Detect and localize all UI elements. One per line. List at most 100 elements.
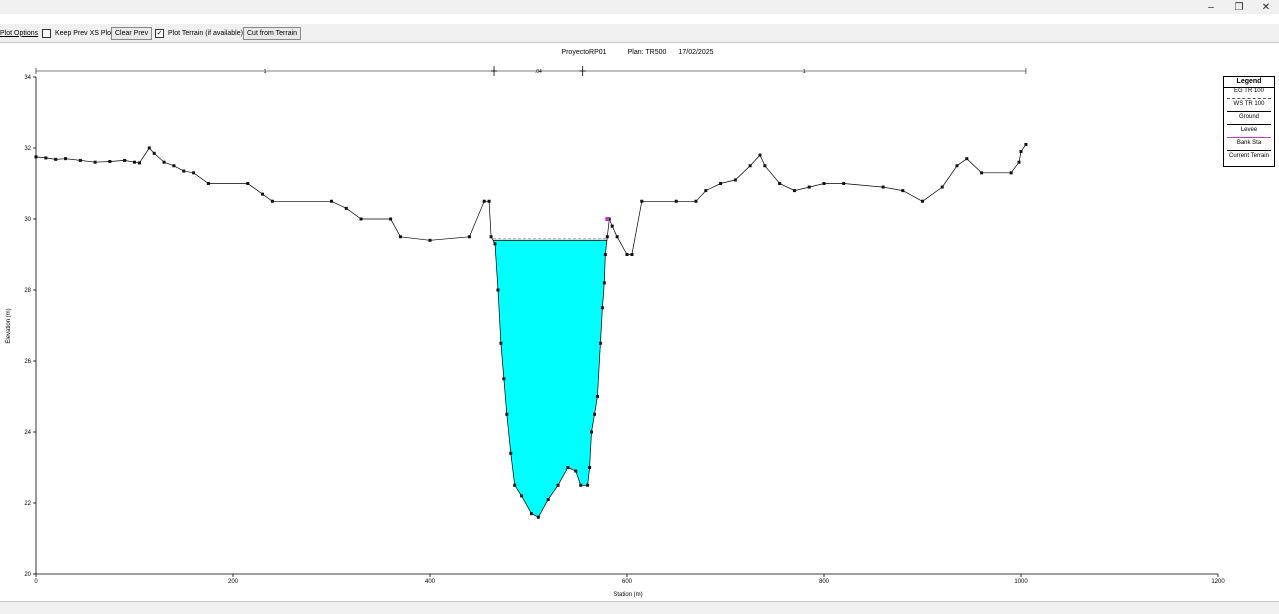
legend-label-eg: EG TR 100 xyxy=(1234,88,1264,94)
y-tick-label: 20 xyxy=(24,572,31,578)
cross-section-chart: ProyectoRP01 Plan: TR500 17/02/2025 1 .04… xyxy=(6,49,1225,598)
plot-terrain-check-icon[interactable]: ✓ xyxy=(155,28,164,38)
maximize-icon[interactable]: ❐ xyxy=(1225,0,1253,14)
ground-point xyxy=(556,483,560,487)
ground-point xyxy=(482,199,486,203)
legend-item-eg: EG TR 100 xyxy=(1224,88,1274,101)
ground-point xyxy=(133,160,136,164)
ground-point xyxy=(496,288,500,292)
ground-point xyxy=(610,224,614,228)
legend-swatch-ws xyxy=(1227,111,1271,112)
x-tick-label: 0 xyxy=(34,579,38,585)
close-icon[interactable]: ✕ xyxy=(1252,0,1279,14)
ground-point xyxy=(428,238,432,242)
ground-point xyxy=(1019,150,1023,154)
ground-point xyxy=(586,483,590,487)
y-tick-label: 32 xyxy=(24,146,31,152)
ground-point xyxy=(270,199,274,203)
ground-point xyxy=(536,515,540,519)
manning-label: .04 xyxy=(535,69,542,75)
ground-point xyxy=(595,395,599,398)
ground-point xyxy=(520,494,524,498)
ground-point xyxy=(502,377,506,381)
cut-from-terrain-button-label[interactable]: Cut from Terrain xyxy=(243,26,302,40)
ground-point xyxy=(493,242,497,246)
ground-point xyxy=(590,430,594,434)
manning-label: 1 xyxy=(803,69,806,75)
legend-swatch-bank xyxy=(1227,150,1271,151)
ground-point xyxy=(763,164,767,168)
ground-point xyxy=(44,156,48,160)
ground-point xyxy=(172,164,176,168)
ground-point xyxy=(940,185,944,189)
ground-point xyxy=(1009,171,1013,175)
levee-marker xyxy=(605,217,610,221)
ground-point xyxy=(778,182,782,185)
ground-point xyxy=(389,217,393,221)
x-tick-label: 600 xyxy=(622,579,633,585)
ground-point xyxy=(54,157,58,161)
clear-prev-button-label[interactable]: Clear Prev xyxy=(111,26,153,40)
ground-point xyxy=(733,178,737,182)
ground-point xyxy=(600,306,604,310)
legend-swatch-levee xyxy=(1227,137,1271,138)
ground-point xyxy=(467,235,471,239)
ground-point xyxy=(640,199,644,203)
y-tick-label: 22 xyxy=(24,501,31,507)
ground-point xyxy=(588,466,592,469)
ground-point xyxy=(792,189,796,193)
ground-point xyxy=(529,512,533,516)
x-tick-label: 1000 xyxy=(1014,579,1028,585)
ground-point xyxy=(822,182,826,185)
legend-item-ws: WS TR 100 xyxy=(1224,101,1274,114)
ground-point xyxy=(546,497,550,501)
ground-point xyxy=(603,253,607,256)
ground-point xyxy=(78,158,82,162)
x-axis-label: Station (m) xyxy=(613,592,642,598)
plot-terrain-checkbox[interactable]: ✓ Plot Terrain (if available) xyxy=(155,27,243,39)
ground-point xyxy=(487,199,491,203)
ground-point xyxy=(704,189,708,193)
ground-point xyxy=(344,206,348,210)
ground-point xyxy=(162,160,166,164)
ground-point xyxy=(605,235,609,239)
ground-point xyxy=(965,157,969,161)
ground-point xyxy=(152,151,156,155)
legend-label-bank: Bank Sta xyxy=(1236,140,1262,146)
minimize-icon[interactable]: – xyxy=(1197,0,1225,14)
ground-point xyxy=(574,469,578,473)
y-tick-label: 24 xyxy=(24,430,31,436)
ground-point xyxy=(842,182,846,185)
water-fill xyxy=(493,240,607,518)
ground-point xyxy=(261,192,265,196)
cut-from-terrain-button[interactable]: Cut from Terrain xyxy=(243,26,302,40)
ground-point xyxy=(182,169,186,173)
ground-point xyxy=(881,185,885,189)
ground-point xyxy=(719,182,723,185)
plot-toolbar: Plot Options Keep Prev XS Plots Clear Pr… xyxy=(0,24,1279,43)
cross-section-plot: ProyectoRP01 Plan: TR500 17/02/2025 1 .04… xyxy=(0,43,1279,601)
ground-point xyxy=(359,217,363,221)
legend-item-levee: Levee xyxy=(1224,127,1274,140)
plan-title: Plan: TR500 xyxy=(628,49,667,56)
ground-point xyxy=(807,185,811,189)
ground-point xyxy=(509,451,513,455)
ground-point xyxy=(1024,142,1028,146)
ground-point xyxy=(901,189,905,193)
ground-point xyxy=(398,235,402,239)
legend-label-levee: Levee xyxy=(1240,127,1258,133)
ground-point xyxy=(137,161,141,165)
legend-box: Legend EG TR 100 WS TR 100 Ground Levee … xyxy=(1223,76,1275,167)
ground-point xyxy=(93,160,97,164)
x-tick-label: 200 xyxy=(228,579,239,585)
ground-point xyxy=(108,159,112,163)
x-tick-label: 800 xyxy=(819,579,830,585)
keep-prev-xs-check-icon[interactable] xyxy=(42,28,51,38)
plot-options-link[interactable]: Plot Options xyxy=(0,27,38,39)
ground-point xyxy=(748,164,752,168)
legend-item-terrain: Current Terrain xyxy=(1224,153,1274,166)
plot-terrain-label: Plot Terrain (if available) xyxy=(168,29,243,37)
keep-prev-xs-checkbox[interactable]: Keep Prev XS Plots xyxy=(42,27,116,39)
clear-prev-button[interactable]: Clear Prev xyxy=(111,26,153,40)
ground-point xyxy=(123,158,127,162)
